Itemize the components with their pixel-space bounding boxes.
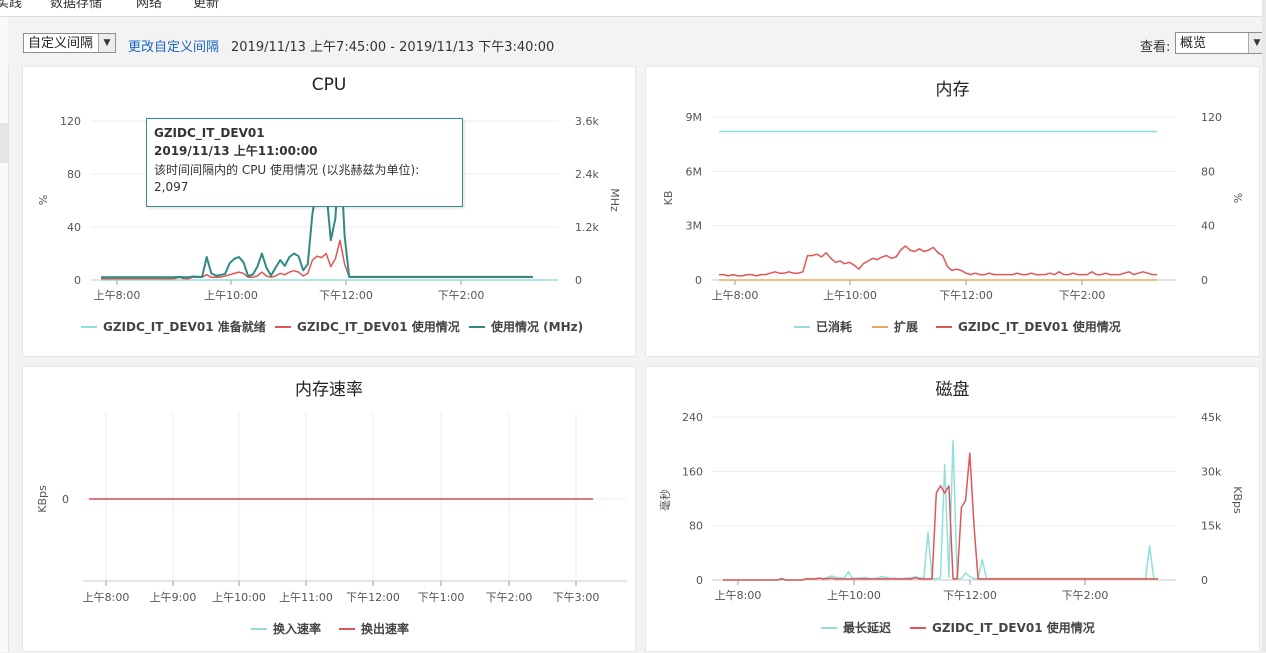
tooltip-host: GZIDC_IT_DEV01 <box>154 126 265 140</box>
tooltip-time: 2019/11/13 上午11:00:00 <box>154 144 318 158</box>
y2-tick-label: 0 <box>575 274 582 287</box>
x-tick-label: 下午2:00 <box>1062 589 1109 602</box>
legend-label: 换出速率 <box>361 621 409 636</box>
y-tick-label: 9M <box>686 111 703 124</box>
y2-tick-label: 15k <box>1201 520 1222 533</box>
left-sidebar-strip <box>0 17 9 652</box>
x-tick-label: 下午1:00 <box>418 591 465 604</box>
x-tick-label: 下午2:00 <box>438 289 485 302</box>
y2-tick-label: 120 <box>1201 111 1222 124</box>
x-tick-label: 下午3:00 <box>553 591 600 604</box>
y2-axis-unit: % <box>1231 193 1244 203</box>
view-select[interactable]: 概览 ▼ <box>1175 32 1266 54</box>
x-tick-label: 上午11:00 <box>279 591 333 604</box>
series-mem-usage-line <box>719 245 1157 277</box>
x-tick-label: 上午10:00 <box>823 289 877 302</box>
chevron-down-icon[interactable]: ▼ <box>98 34 115 52</box>
y-tick-label: 6M <box>686 165 703 178</box>
x-tick-label: 下午12:00 <box>943 589 997 602</box>
y-axis-unit: % <box>37 195 50 205</box>
tab-updates[interactable]: 更新 <box>193 0 219 11</box>
x-tick-label: 上午10:00 <box>204 289 258 302</box>
y-tick-label: 240 <box>682 411 703 424</box>
disk-chart[interactable]: 240 160 80 0 45k 30k 15k 0 上午8:00 上午10:00 下午12:00 下… <box>646 367 1261 653</box>
disk-panel: 磁盘 240 160 80 0 45k 30k 15k 0 上午8:00 上午10:00 下午12:… <box>645 366 1260 652</box>
series-latency-line <box>723 440 1158 581</box>
tab-datastores[interactable]: 数据存储 <box>50 0 102 11</box>
view-select-value: 概览 <box>1180 36 1207 51</box>
interval-select[interactable]: 自定义间隔 ▼ <box>23 33 116 53</box>
legend-label: GZIDC_IT_DEV01 使用情况 <box>932 620 1095 636</box>
x-tick-label: 下午2:00 <box>1059 289 1106 302</box>
x-tick-label: 上午8:00 <box>712 289 759 302</box>
x-tick-label: 上午10:00 <box>827 589 881 602</box>
y-tick-label: 0 <box>74 274 81 287</box>
y2-tick-label: 80 <box>1201 165 1215 178</box>
legend-label: GZIDC_IT_DEV01 使用情况 <box>297 319 460 335</box>
cpu-chart[interactable]: 120 80 40 0 3.6k 2.4k 1.2k 0 上午8:00 上午10:00 下午12:0… <box>23 67 637 358</box>
x-tick-label: 上午8:00 <box>715 589 762 602</box>
legend-label: 换入速率 <box>273 621 321 636</box>
legend-label: GZIDC_IT_DEV01 准备就绪 <box>103 319 266 335</box>
memory-rate-panel: 内存速率 0 上午8:00 上午9:00 上午10:00 上午11:00 下午12:00 下… <box>22 366 636 652</box>
y-tick-label: 0 <box>696 574 703 587</box>
legend-label: 已消耗 <box>816 319 852 334</box>
cpu-tooltip: GZIDC_IT_DEV01 2019/11/13 上午11:00:00 该时间… <box>146 118 463 207</box>
y2-tick-label: 40 <box>1201 220 1215 233</box>
x-tick-label: 下午12:00 <box>939 289 993 302</box>
memory-rate-chart[interactable]: 0 上午8:00 上午9:00 上午10:00 上午11:00 下午12:00 下午1:00… <box>23 367 637 653</box>
x-tick-label: 上午8:00 <box>94 289 141 302</box>
y2-tick-label: 30k <box>1201 465 1222 478</box>
cpu-panel: CPU 120 80 40 0 3.6k 2.4k 1.2k 0 上午8:00 上午10:00 下午… <box>22 66 636 357</box>
x-tick-label: 上午10:00 <box>212 591 266 604</box>
y2-tick-label: 0 <box>1201 574 1208 587</box>
y-tick-label: 80 <box>689 520 703 533</box>
y-tick-label: 40 <box>67 221 81 234</box>
page-scrollbar[interactable] <box>1262 0 1266 652</box>
top-tab-bar: 实践 数据存储 网络 更新 <box>0 0 1266 17</box>
tooltip-value: 2,097 <box>154 180 189 194</box>
y-tick-label: 120 <box>60 115 81 128</box>
x-tick-label: 下午12:00 <box>346 591 400 604</box>
y2-tick-label: 0 <box>1201 274 1208 287</box>
y-axis-unit: 毫秒 <box>658 489 672 511</box>
y-tick-label: 80 <box>67 168 81 181</box>
y2-axis-unit: MHz <box>608 188 621 212</box>
y2-tick-label: 2.4k <box>575 168 599 181</box>
time-range-text: 2019/11/13 上午7:45:00 - 2019/11/13 下午3:40… <box>231 40 555 55</box>
series-usage-line <box>101 239 533 280</box>
view-label: 查看: <box>1140 40 1171 55</box>
interval-select-value: 自定义间隔 <box>28 36 94 51</box>
y2-axis-unit: KBps <box>1231 486 1244 514</box>
legend-label: 使用情况 (MHz) <box>490 319 583 334</box>
tab-network[interactable]: 网络 <box>136 0 162 11</box>
y-tick-label: 3M <box>686 220 703 233</box>
change-interval-link[interactable]: 更改自定义间隔 <box>128 36 219 55</box>
y2-tick-label: 1.2k <box>575 221 599 234</box>
x-tick-label: 上午9:00 <box>150 591 197 604</box>
memory-panel: 内存 9M 6M 3M 0 120 80 40 0 上午8:00 上午10:00 下午12:00 下午… <box>645 66 1260 357</box>
x-tick-label: 下午12:00 <box>319 289 373 302</box>
tab-events[interactable]: 实践 <box>0 0 22 11</box>
y-tick-label: 0 <box>695 274 702 287</box>
performance-toolbar: 自定义间隔 ▼ 更改自定义间隔 2019/11/13 上午7:45:00 - 2… <box>8 17 1266 65</box>
y-tick-label: 0 <box>62 493 69 506</box>
y-tick-label: 160 <box>682 465 703 478</box>
x-tick-label: 下午2:00 <box>486 591 533 604</box>
legend-label: 最长延迟 <box>843 620 891 635</box>
memory-chart[interactable]: 9M 6M 3M 0 120 80 40 0 上午8:00 上午10:00 下午12:00 下午2:0… <box>646 67 1261 358</box>
tooltip-desc: 该时间间隔内的 CPU 使用情况 (以兆赫兹为单位): <box>154 163 420 177</box>
y2-tick-label: 45k <box>1201 411 1222 424</box>
y-axis-unit: KB <box>662 191 675 206</box>
y-axis-unit: KBps <box>36 485 49 513</box>
y2-tick-label: 3.6k <box>575 115 599 128</box>
x-tick-label: 上午8:00 <box>83 591 130 604</box>
legend-label: GZIDC_IT_DEV01 使用情况 <box>958 319 1121 335</box>
legend-label: 扩展 <box>894 319 918 334</box>
